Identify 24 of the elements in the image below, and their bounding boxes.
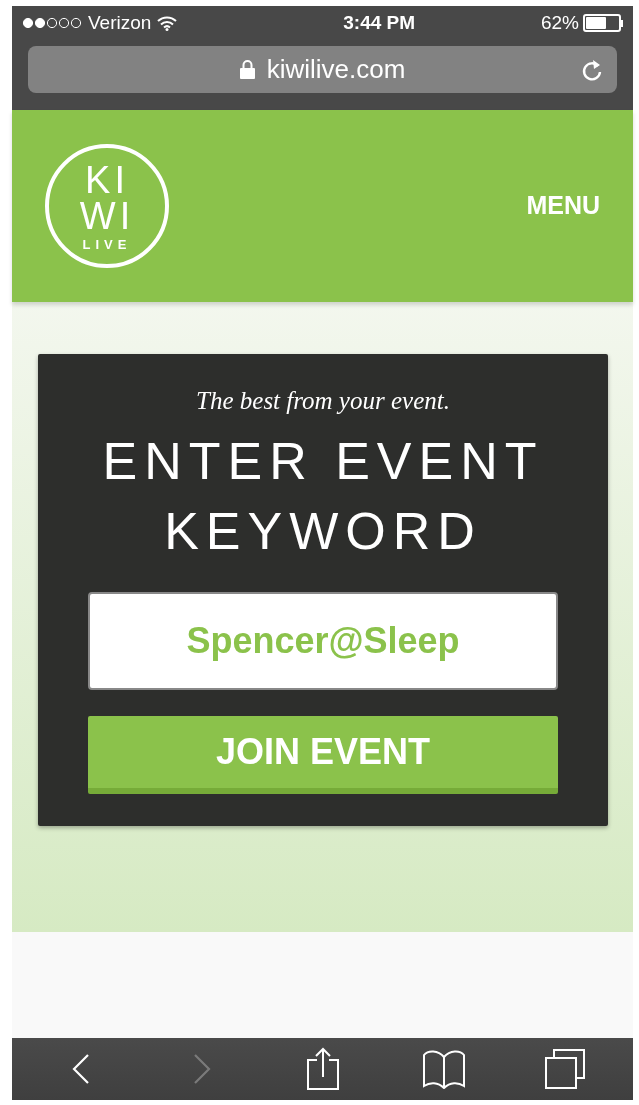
- kiwi-logo[interactable]: KI WI LIVE: [45, 144, 169, 268]
- heading-text: ENTER EVENT: [102, 430, 544, 492]
- share-icon[interactable]: [305, 1047, 340, 1091]
- battery-icon: [583, 14, 623, 32]
- reload-icon[interactable]: [581, 57, 603, 82]
- battery-percent: 62%: [540, 10, 579, 35]
- join-event-button[interactable]: JOIN EVENT: [88, 715, 558, 794]
- heading-text: KEYWORD: [164, 500, 482, 562]
- address-bar[interactable]: kiwilive.com: [28, 46, 617, 93]
- book-icon[interactable]: [421, 1049, 466, 1089]
- logo-text: LIVE: [82, 237, 132, 251]
- wifi-icon: [157, 15, 178, 31]
- keyword-field[interactable]: Spencer@Sleep: [88, 591, 558, 690]
- url-text: kiwilive.com: [266, 53, 406, 86]
- tagline: The best from your event.: [196, 386, 450, 416]
- carrier-name: Verizon: [88, 10, 152, 35]
- logo-text: KI: [85, 161, 129, 198]
- tabs-icon[interactable]: [543, 1048, 586, 1090]
- clock-time: 3:44 PM: [343, 10, 416, 35]
- menu-button[interactable]: MENU: [526, 187, 600, 225]
- back-icon[interactable]: [70, 1053, 91, 1085]
- lock-icon: [239, 60, 255, 79]
- logo-text: WI: [79, 197, 135, 234]
- signal-icon: [22, 17, 82, 29]
